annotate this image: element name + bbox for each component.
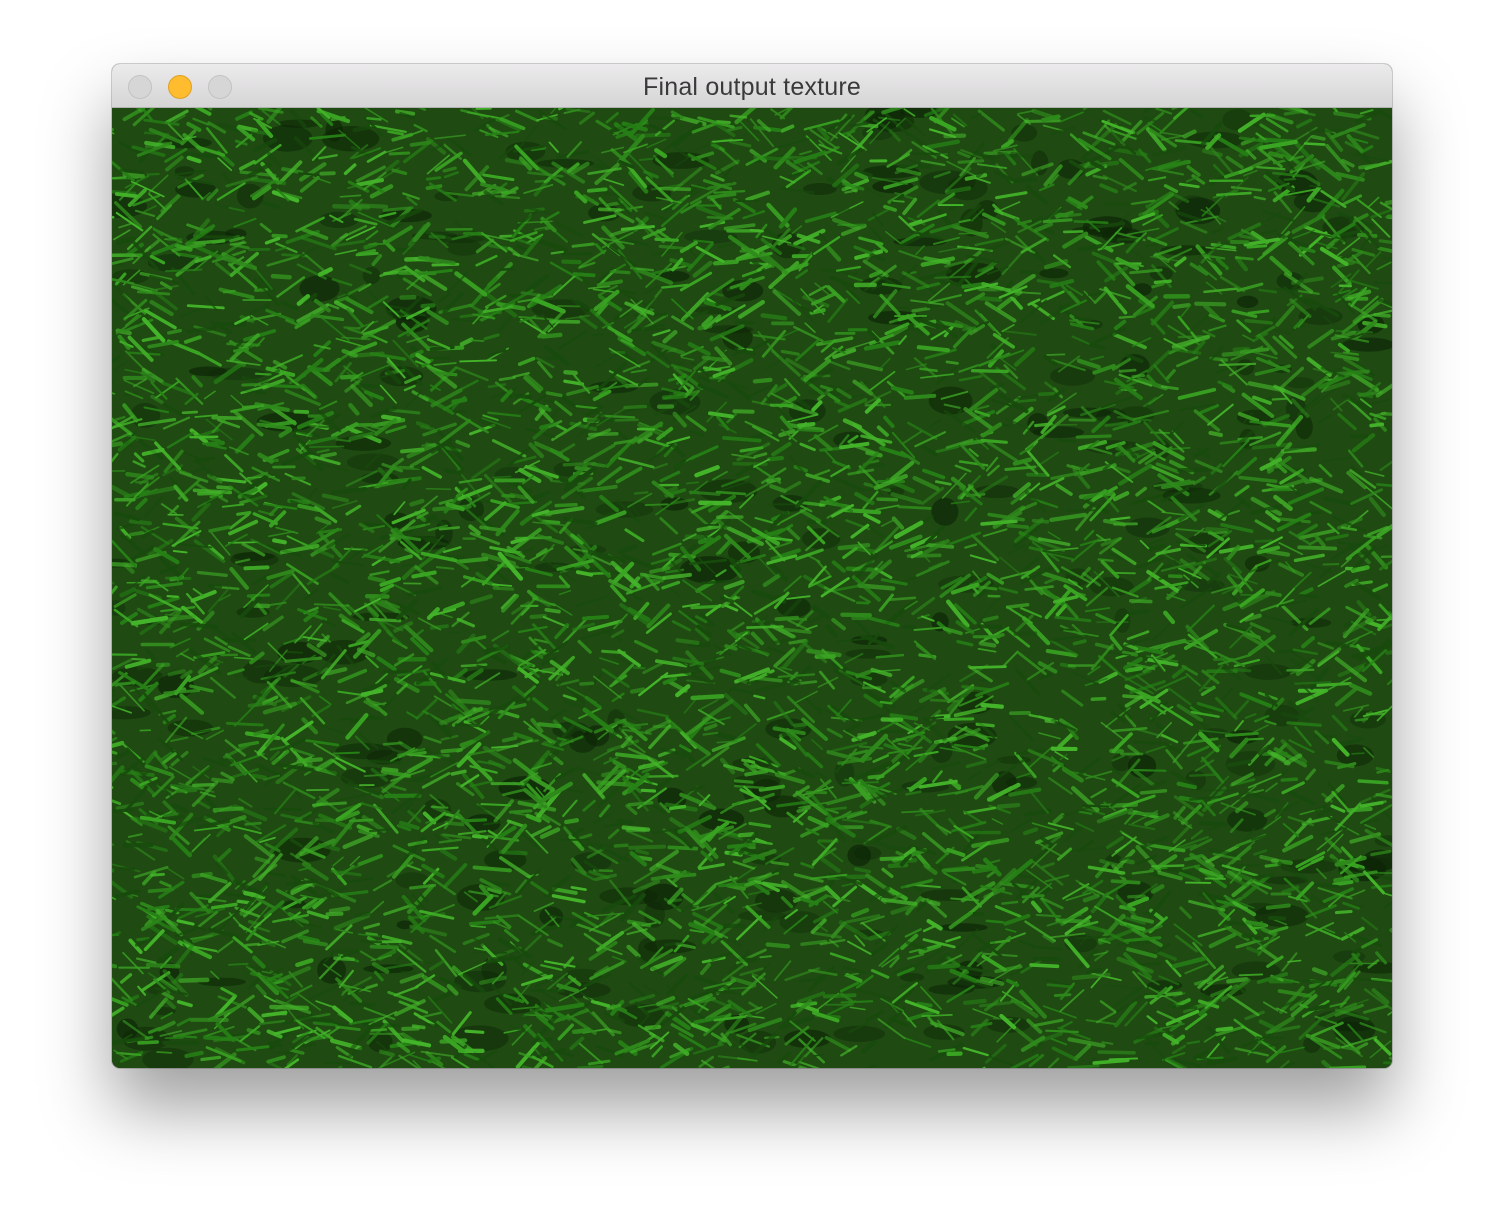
title-bar[interactable]: Final output texture bbox=[112, 64, 1392, 108]
texture-window: Final output texture bbox=[112, 64, 1392, 1068]
grass-texture-image bbox=[112, 108, 1392, 1068]
window-title: Final output texture bbox=[642, 73, 861, 101]
